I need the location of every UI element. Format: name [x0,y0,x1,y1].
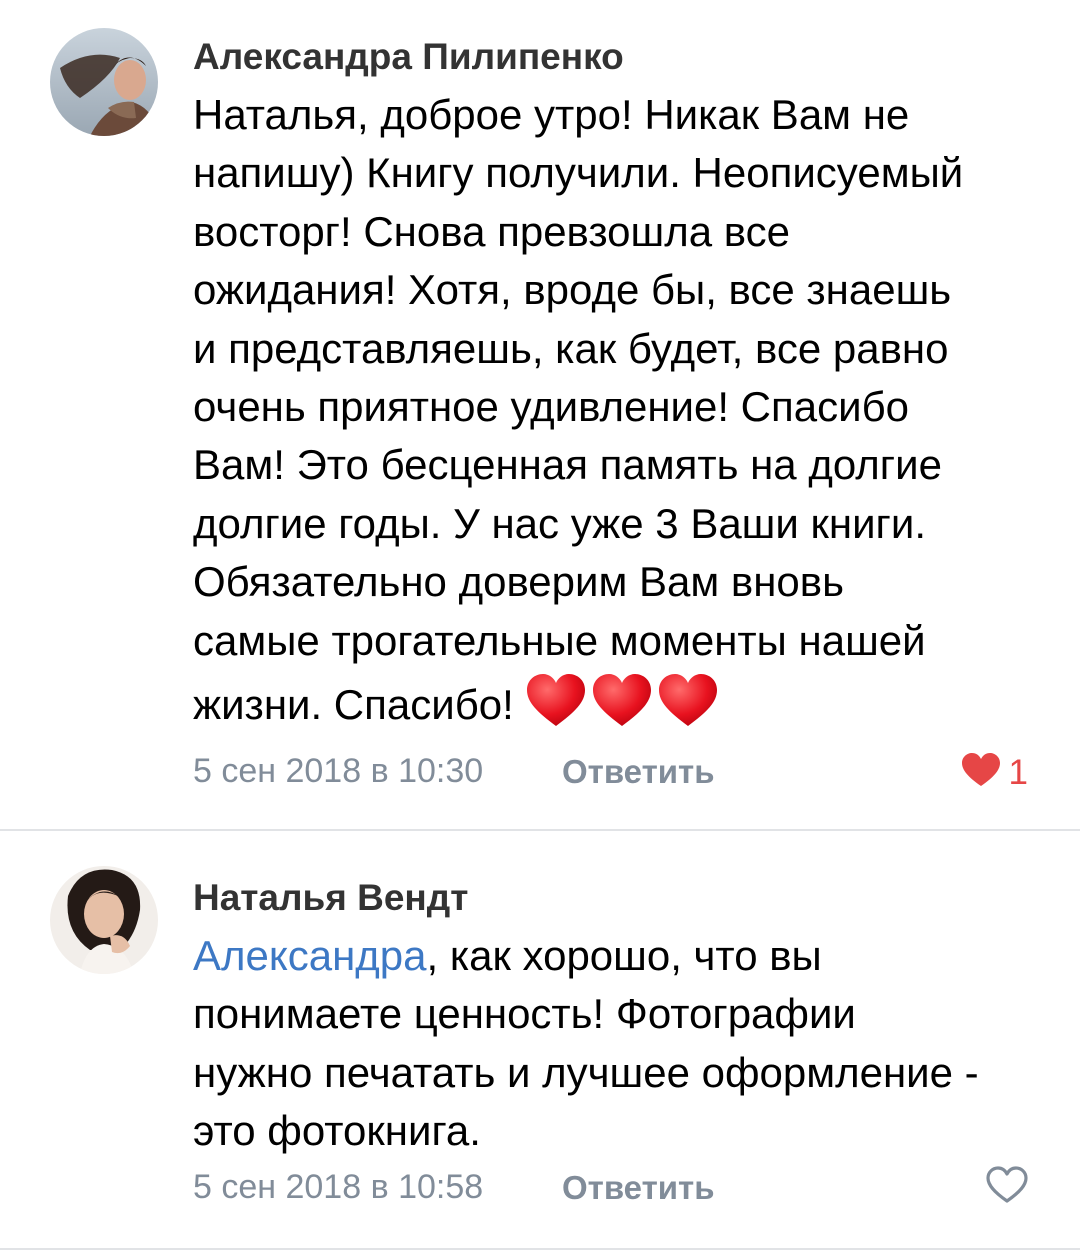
comment-text-line: долгие годы. У нас уже 3 Ваши книги. [193,499,926,547]
heart-outline-icon [986,1166,1028,1209]
comment-text-line: нужно печатать и лучшее оформление - [193,1048,979,1096]
comment-text: Наталья, доброе утро! Никак Вам не напиш… [193,86,1063,728]
comment-text-line: очень приятное удивление! Спасибо [193,382,909,430]
comment-text: Александра, как хорошо, что вы понимаете… [193,927,1063,1161]
comment-text-line: напишу) Книгу получили. Неописуемый [193,149,964,197]
user-avatar-photo-icon [50,866,158,974]
comment-text-line: и представляешь, как будет, все равно [193,324,949,372]
comment-author[interactable]: Александра Пилипенко [193,36,624,78]
comment-date: 5 сен 2018 в 10:58 [193,1168,484,1206]
avatar[interactable] [50,866,158,974]
like-button[interactable] [986,1166,1028,1209]
heart-emoji-icon [525,670,721,745]
like-button[interactable]: 1 [961,752,1028,793]
comment-item: Александра Пилипенко Наталья, доброе утр… [0,0,1080,830]
comment-text-line: самые трогательные моменты нашей [193,616,926,664]
reply-button[interactable]: Ответить [562,753,715,791]
comment-text-line: ожидания! Хотя, вроде бы, все знаешь [193,266,952,314]
comment-text-line: жизни. Спасибо! [193,670,1063,728]
comment-text-last: жизни. Спасибо! [193,680,526,728]
comment-text-line: Вам! Это бесценная память на долгие [193,441,942,489]
heart-filled-icon [961,752,1001,793]
comment-text-line: Александра, как хорошо, что вы [193,927,1063,985]
comment-author[interactable]: Наталья Вендт [193,877,468,919]
comment-item: Наталья Вендт Александра, как хорошо, чт… [0,831,1080,1251]
user-avatar-photo-icon [50,28,158,136]
comment-text-line: понимаете ценность! Фотографии [193,990,856,1038]
reply-button[interactable]: Ответить [562,1169,715,1207]
like-count: 1 [1008,752,1028,792]
comment-text-first: , как хорошо, что вы [426,932,822,979]
avatar[interactable] [50,28,158,136]
comment-date: 5 сен 2018 в 10:30 [193,752,484,790]
comment-text-line: восторг! Снова превзошла все [193,207,790,255]
mention-link[interactable]: Александра [193,932,427,979]
divider [0,1248,1080,1250]
comment-text-line: Обязательно доверим Вам вновь [193,558,844,606]
comment-text-line: это фотокнига. [193,1107,481,1155]
comment-text-line: Наталья, доброе утро! Никак Вам не [193,91,910,138]
